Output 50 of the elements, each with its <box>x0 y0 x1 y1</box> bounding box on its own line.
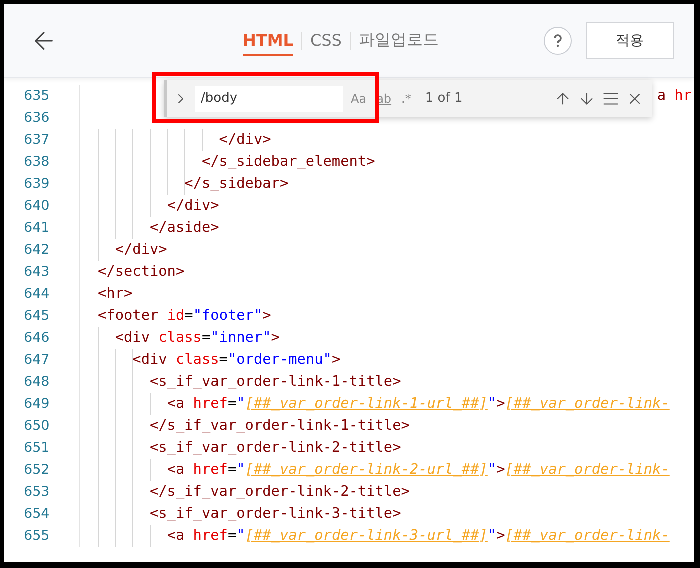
code-line: </div> <box>98 239 168 261</box>
search-field[interactable]: /body <box>195 86 343 112</box>
line-number: 639 <box>4 173 80 195</box>
line-number: 651 <box>4 437 80 459</box>
code-line: <s_if_var_order-link-3-title> <box>98 503 402 525</box>
code-line: <a href="[##_var_order-link-1-url_##]">[##_var_order-link- <box>98 393 670 415</box>
code-line: <a href="[##_var_order-link-3-url_##]">[##_var_order-link- <box>98 525 670 547</box>
line-number: 640 <box>4 195 80 217</box>
code-line: </aside> <box>98 217 220 239</box>
match-case-toggle[interactable]: Aa <box>349 92 369 106</box>
line-number: 637 <box>4 129 80 151</box>
code-line: </s_if_var_order-link-2-title> <box>98 481 410 503</box>
code-line: a hr <box>657 87 692 106</box>
line-number: 648 <box>4 371 80 393</box>
apply-button[interactable]: 적용 <box>586 22 674 59</box>
editor-tab[interactable]: 파일업로드 <box>358 24 439 57</box>
code-line: <div class="order-menu"> <box>98 349 341 371</box>
editor-tab[interactable]: HTML <box>243 25 294 56</box>
code-line: </div> <box>98 129 272 151</box>
code-line: </s_if_var_order-link-1-title> <box>98 415 410 437</box>
help-icon[interactable] <box>544 26 572 54</box>
line-number: 649 <box>4 393 80 415</box>
line-number: 646 <box>4 327 80 349</box>
line-number: 644 <box>4 283 80 305</box>
code-line: </section> <box>98 263 185 282</box>
line-number: 636 <box>4 107 80 129</box>
code-line: <hr> <box>98 285 133 304</box>
code-line: <s_if_var_order-link-1-title> <box>98 371 402 393</box>
regex-toggle[interactable]: .* <box>400 92 414 106</box>
line-number: 652 <box>4 459 80 481</box>
line-number: 653 <box>4 481 80 503</box>
line-number: 650 <box>4 415 80 437</box>
editor-tab[interactable]: CSS <box>310 25 342 56</box>
line-number: 641 <box>4 217 80 239</box>
code-line: <div class="inner"> <box>98 327 280 349</box>
line-number: 647 <box>4 349 80 371</box>
code-line: </s_sidebar> <box>98 173 289 195</box>
code-line: <s_if_var_order-link-2-title> <box>98 437 402 459</box>
line-number: 655 <box>4 525 80 547</box>
code-line: <footer id="footer"> <box>98 307 272 326</box>
code-line: <a href="[##_var_order-link-2-url_##]">[##_var_order-link- <box>98 459 670 481</box>
line-number: 642 <box>4 239 80 261</box>
line-number: 643 <box>4 261 80 283</box>
code-line: </div> <box>98 195 220 217</box>
line-number: 654 <box>4 503 80 525</box>
code-line: </s_sidebar_element> <box>98 151 376 173</box>
match-count: 1 of 1 <box>425 91 464 106</box>
line-number: 645 <box>4 305 80 327</box>
line-number: 635 <box>4 85 80 107</box>
line-number: 638 <box>4 151 80 173</box>
